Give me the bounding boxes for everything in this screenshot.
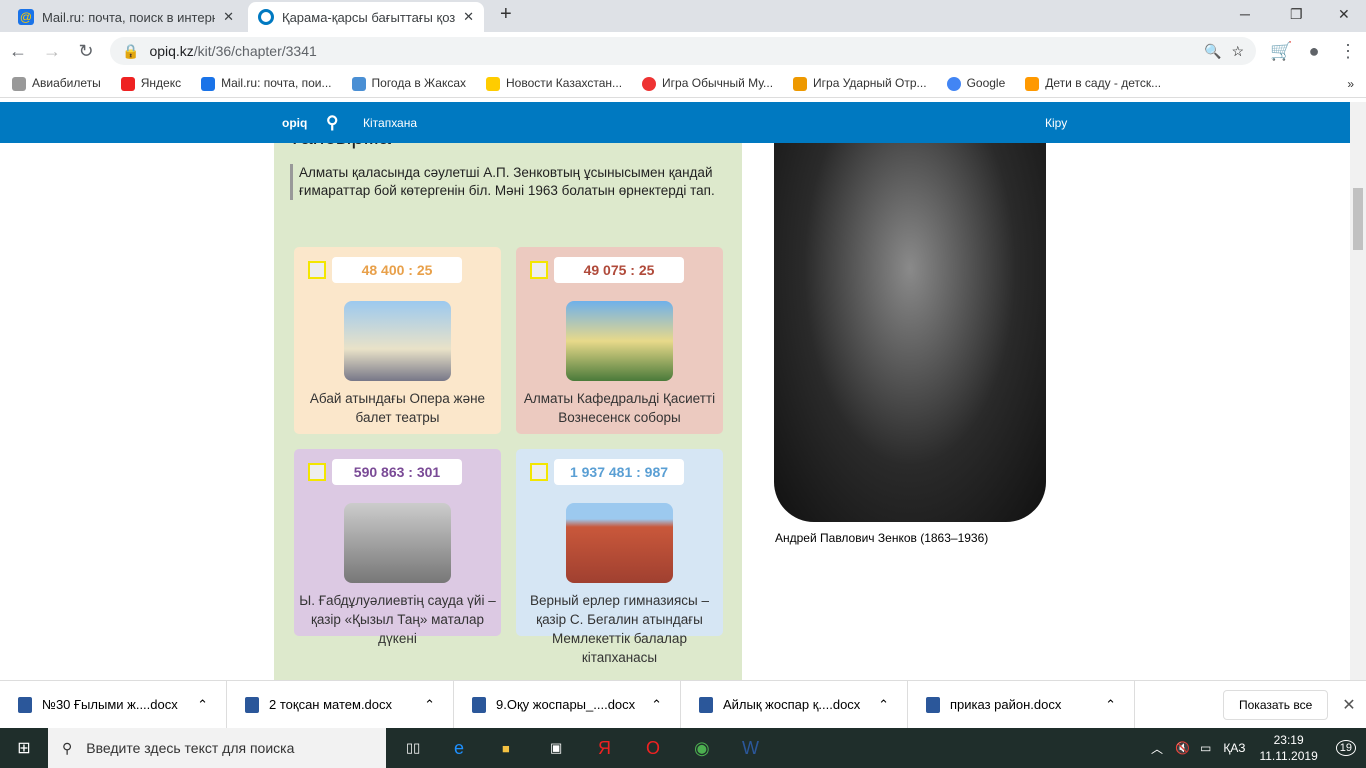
show-all-button[interactable]: Показать все — [1223, 689, 1329, 720]
answer-checkbox[interactable] — [530, 261, 548, 279]
search-icon: ⚲ — [62, 739, 73, 756]
bookmark[interactable]: Авиабилеты — [12, 76, 101, 91]
profile-icon[interactable]: ● — [1304, 41, 1324, 62]
address-bar[interactable]: 🔒 opiq.kz/kit/36/chapter/3341 🔍 ☆ — [110, 37, 1256, 65]
lock-icon: 🔒 — [122, 42, 140, 59]
building-image — [566, 301, 673, 381]
new-tab-button[interactable]: + — [500, 3, 512, 26]
scrollbar-thumb[interactable] — [1353, 188, 1363, 250]
tray-chevron-icon[interactable]: ︿ — [1151, 740, 1163, 757]
opiq-logo[interactable]: opiq — [282, 116, 307, 130]
store-icon[interactable]: ▣ — [550, 740, 598, 756]
building-image — [344, 503, 451, 583]
word-file-icon — [245, 696, 259, 713]
reload-icon[interactable]: ↻ — [76, 41, 96, 62]
answer-checkbox[interactable] — [530, 463, 548, 481]
word-file-icon — [472, 696, 486, 713]
close-icon[interactable]: ✕ — [463, 9, 474, 25]
portrait-image — [774, 132, 1046, 522]
login-link[interactable]: Кіру — [1045, 116, 1067, 130]
expression: 590 863 : 301 — [332, 459, 462, 485]
mailru-icon: @ — [18, 9, 34, 25]
download-item[interactable]: приказ район.docx ⌃ — [908, 680, 1135, 729]
cart-icon[interactable]: 🛒 — [1270, 41, 1292, 62]
bookmark[interactable]: Новости Казахстан... — [486, 76, 622, 91]
bookmark[interactable]: Яндекс — [120, 76, 181, 91]
task-view-icon[interactable]: ▯▯ — [406, 740, 454, 756]
taskbar-search[interactable]: ⚲ Введите здесь текст для поиска — [48, 728, 386, 768]
star-icon[interactable]: ☆ — [1231, 43, 1244, 60]
taskbar: ⊞ ⚲ Введите здесь текст для поиска ▯▯ e ■… — [0, 728, 1366, 768]
close-icon[interactable]: ✕ — [223, 9, 234, 25]
language-indicator[interactable]: ҚАЗ — [1223, 741, 1245, 755]
task-text: Алматы қаласында сәулетші А.П. Зенковтың… — [290, 164, 720, 200]
volume-muted-icon[interactable]: 🔇 — [1175, 741, 1190, 755]
library-link[interactable]: Кітапхана — [363, 116, 417, 130]
building-caption: Ы. Ғабдұлуәлиевтің сауда үйі – қазір «Қы… — [299, 593, 496, 646]
answer-card[interactable]: 49 075 : 25 Алматы Кафедральді Қасиетті В… — [516, 247, 723, 434]
notifications-icon[interactable]: 19 — [1335, 740, 1356, 756]
bookmark[interactable]: Погода в Жаксах — [351, 76, 466, 91]
maximize-button[interactable]: ❐ — [1290, 6, 1303, 23]
expression: 48 400 : 25 — [332, 257, 462, 283]
expression: 1 937 481 : 987 — [554, 459, 684, 485]
zoom-icon[interactable]: 🔍 — [1204, 43, 1221, 60]
bookmark[interactable]: Дети в саду - детск... — [1025, 76, 1161, 91]
explorer-icon[interactable]: ■ — [502, 741, 550, 756]
building-image — [566, 503, 673, 583]
windows-start-icon[interactable]: ⊞ — [0, 738, 48, 758]
bookmark[interactable]: Игра Обычный Му... — [642, 76, 773, 91]
yandex-icon[interactable]: Я — [598, 738, 646, 759]
word-icon[interactable]: W — [742, 738, 790, 759]
bookmark[interactable]: Mail.ru: почта, пои... — [201, 76, 332, 91]
building-caption: Абай атындағы Опера және балет театры — [309, 391, 486, 425]
download-item[interactable]: 2 тоқсан матем.docx ⌃ — [227, 680, 454, 729]
scrollbar[interactable] — [1350, 102, 1366, 680]
search-icon[interactable]: ⚲ — [326, 113, 338, 133]
minimize-button[interactable]: ─ — [1240, 6, 1250, 22]
forward-icon[interactable]: → — [42, 41, 62, 62]
battery-icon[interactable]: ▭ — [1200, 741, 1211, 755]
bookmarks-bar: Авиабилеты Яндекс Mail.ru: почта, пои...… — [0, 70, 1366, 98]
opiq-icon — [258, 9, 274, 25]
tab-mailru[interactable]: @Mail.ru: почта, поиск в интернете✕ — [8, 2, 244, 32]
chrome-icon[interactable]: ◉ — [694, 738, 742, 759]
word-file-icon — [926, 696, 940, 713]
chevron-up-icon[interactable]: ⌃ — [878, 697, 889, 713]
download-item[interactable]: Айлық жоспар қ....docx ⌃ — [681, 680, 908, 729]
bookmark[interactable]: Игра Ударный Отр... — [793, 76, 927, 91]
expression: 49 075 : 25 — [554, 257, 684, 283]
building-image — [344, 301, 451, 381]
answer-checkbox[interactable] — [308, 261, 326, 279]
answer-card[interactable]: 590 863 : 301 Ы. Ғабдұлуәлиевтің сауда үй… — [294, 449, 501, 646]
word-file-icon — [18, 696, 32, 713]
chevron-up-icon[interactable]: ⌃ — [197, 697, 208, 713]
site-header: opiq ⚲ Кітапхана Кіру — [0, 102, 1350, 143]
download-item[interactable]: №30 Ғылыми ж....docx ⌃ — [0, 680, 227, 729]
tab-strip: @Mail.ru: почта, поиск в интернете✕ Қара… — [0, 0, 1366, 32]
opera-icon[interactable]: O — [646, 738, 694, 759]
chevron-up-icon[interactable]: ⌃ — [1105, 697, 1116, 713]
download-item[interactable]: 9.Оқу жоспары_....docx ⌃ — [454, 680, 681, 729]
chevron-up-icon[interactable]: ⌃ — [651, 697, 662, 713]
downloads-bar: №30 Ғылыми ж....docx ⌃ 2 тоқсан матем.doc… — [0, 680, 1366, 729]
portrait-caption: Андрей Павлович Зенков (1863–1936) — [775, 531, 989, 545]
clock[interactable]: 23:19 11.11.2019 — [1259, 732, 1317, 764]
building-caption: Верный ерлер гимназиясы – қазір С. Бегал… — [530, 593, 709, 665]
more-bookmarks-icon[interactable]: » — [1347, 77, 1354, 91]
toolbar: ← → ↻ 🔒 opiq.kz/kit/36/chapter/3341 🔍 ☆ 🛒 ●… — [0, 32, 1366, 70]
close-downloads-icon[interactable]: ✕ — [1342, 695, 1355, 715]
close-window-button[interactable]: ✕ — [1338, 6, 1350, 23]
tab-opiq[interactable]: Қарама-қарсы бағыттағы қозғалыс✕ — [248, 2, 484, 32]
menu-icon[interactable]: ⋮ — [1338, 41, 1358, 62]
answer-card[interactable]: 48 400 : 25 Абай атындағы Опера және бале… — [294, 247, 501, 434]
answer-card[interactable]: 1 937 481 : 987 Верный ерлер гимназиясы –… — [516, 449, 723, 665]
building-caption: Алматы Кафедральді Қасиетті Вознесенск с… — [523, 391, 716, 425]
back-icon[interactable]: ← — [8, 41, 28, 62]
word-file-icon — [699, 696, 713, 713]
chevron-up-icon[interactable]: ⌃ — [424, 697, 435, 713]
answer-checkbox[interactable] — [308, 463, 326, 481]
edge-icon[interactable]: e — [454, 738, 502, 759]
bookmark[interactable]: Google — [946, 76, 1005, 91]
